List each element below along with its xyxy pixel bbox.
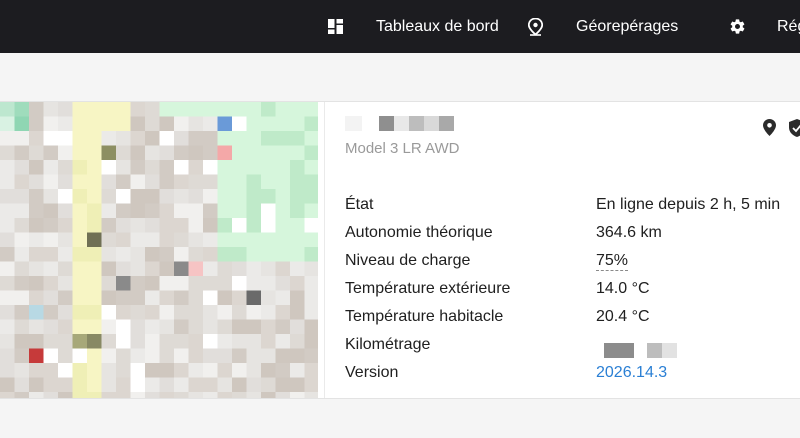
stat-row-state: État En ligne depuis 2 h, 5 min [345,192,800,220]
geofence-pin-icon [528,17,543,36]
stat-row-version: Version 2026.14.3 [345,360,800,388]
top-navbar: Tableaux de bord Géorepérages Régl [0,0,800,53]
nav-settings[interactable]: Régl [729,0,800,53]
nav-dashboards[interactable]: Tableaux de bord [328,0,499,53]
stat-row-odometer: Kilométrage [345,332,800,360]
stat-label: Niveau de charge [345,252,471,269]
vehicle-location-map[interactable] [0,102,318,398]
stat-label: Kilométrage [345,336,431,353]
stat-row-cabin-temp: Température habitacle 20.4 °C [345,304,800,332]
gear-icon [729,18,746,35]
charge-level-value[interactable]: 75% [596,252,629,271]
stat-value: En ligne depuis 2 h, 5 min [596,196,781,213]
stat-label: Version [345,364,399,381]
stat-label: État [345,196,374,213]
vehicle-name-redacted [345,116,454,132]
stat-value: 20.4 °C [596,308,650,325]
vehicle-card: Model 3 LR AWD État En ligne depuis 2 h,… [0,101,800,399]
vehicle-stats: État En ligne depuis 2 h, 5 min Autonomi… [345,192,800,388]
odometer-value-redacted [604,343,677,358]
stat-value: 14.0 °C [596,280,650,297]
nav-geofences[interactable]: Géorepérages [528,0,678,53]
nav-dashboards-label: Tableaux de bord [376,17,499,35]
stat-row-range: Autonomie théorique 364.6 km [345,220,800,248]
stat-row-charge: Niveau de charge 75% [345,248,800,276]
stat-label: Autonomie théorique [345,224,493,241]
dashboard-icon [328,19,343,34]
card-divider [324,102,325,398]
vehicle-model: Model 3 LR AWD [345,140,460,157]
nav-settings-label: Régl [777,17,800,35]
stat-value: 364.6 km [596,224,662,241]
map-tiles [0,102,318,398]
stat-row-outside-temp: Température extérieure 14.0 °C [345,276,800,304]
software-version-link[interactable]: 2026.14.3 [596,364,667,382]
stat-label: Température extérieure [345,280,511,297]
nav-geofences-label: Géorepérages [576,17,679,35]
location-pin-icon[interactable] [763,119,776,141]
shield-icon[interactable] [789,119,800,142]
stat-label: Température habitacle [345,308,504,325]
